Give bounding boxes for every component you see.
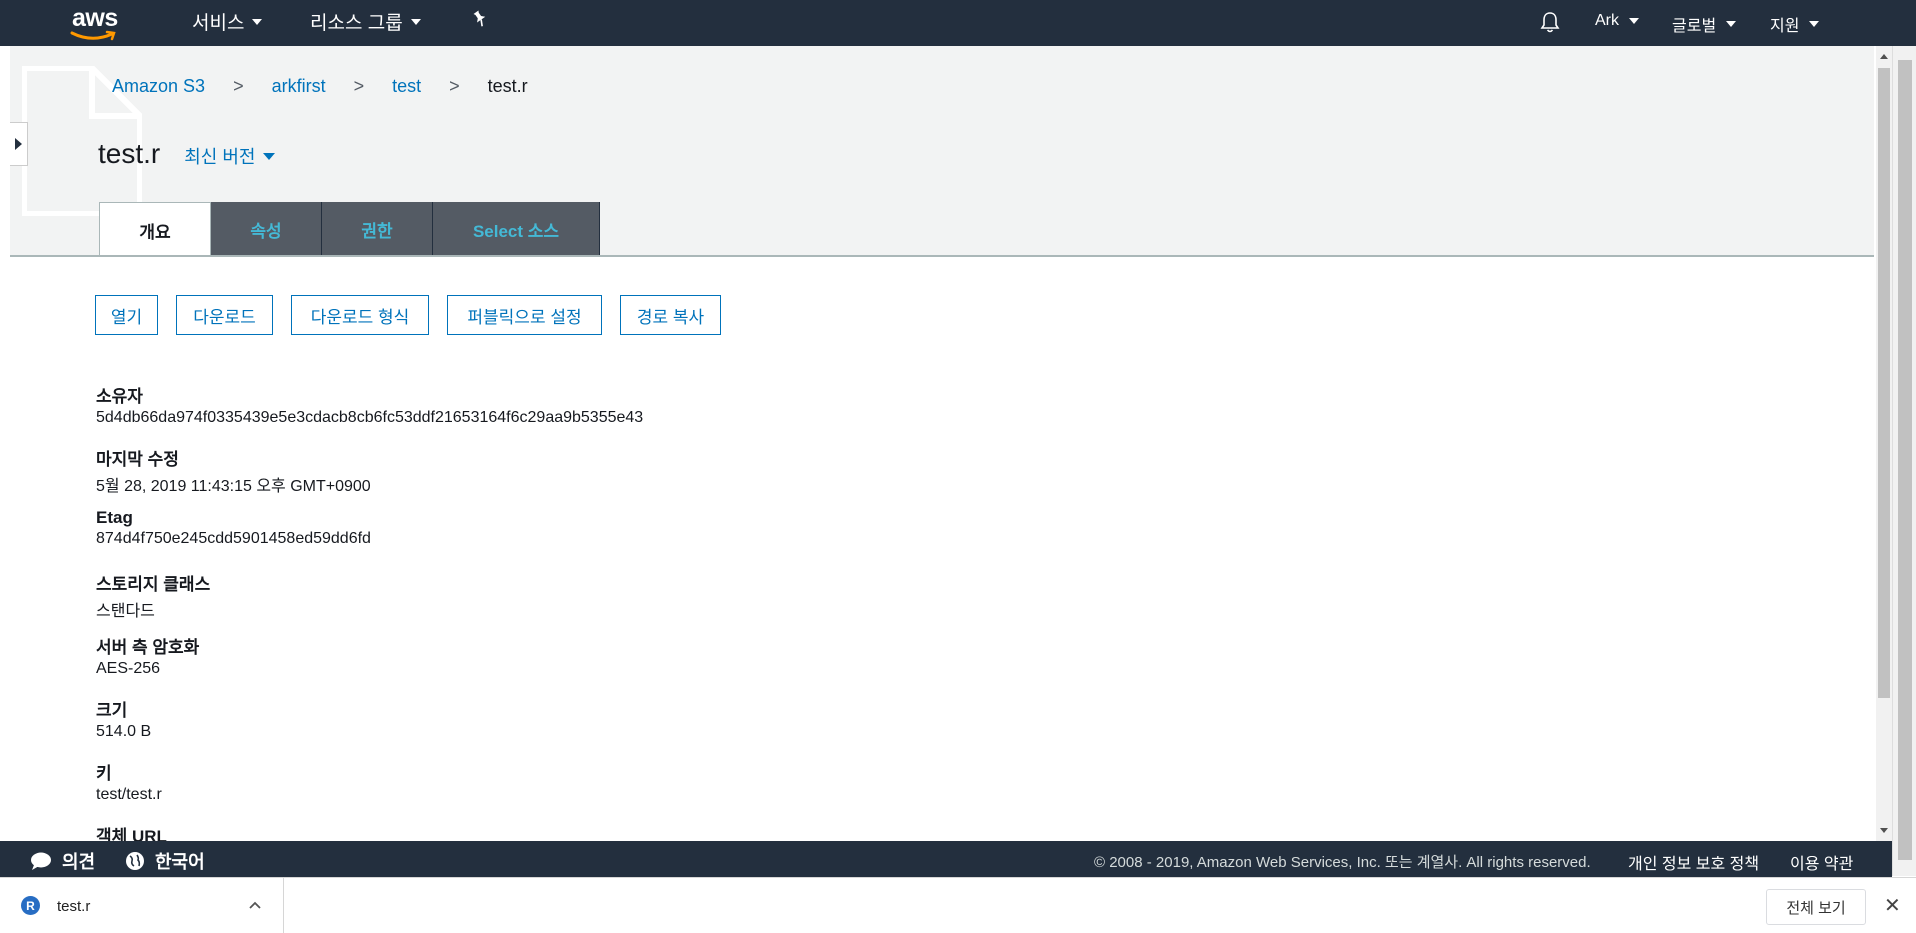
region-label: 글로벌 (1672, 18, 1717, 35)
scroll-down-icon[interactable] (1880, 828, 1888, 833)
breadcrumb: Amazon S3 > arkfirst > test > test.r (112, 76, 528, 97)
resource-groups-menu[interactable]: 리소스 그룹 (310, 8, 421, 35)
property-value: AES-256 (96, 660, 161, 677)
chevron-down-icon (252, 18, 263, 25)
property-value: 874d4f750e245cdd5901458ed59dd6fd (96, 530, 371, 547)
property-label: 객체 URL (96, 827, 167, 841)
property-label: Etag (96, 508, 133, 527)
property-value: 5d4db66da974f0335439e5e3cdacb8cb6fc53ddf… (96, 409, 644, 426)
privacy-policy-link[interactable]: 개인 정보 보호 정책 (1628, 850, 1759, 874)
property-encryption: 서버 측 암호화 AES-256 (96, 633, 199, 678)
services-menu[interactable]: 서비스 (192, 8, 263, 35)
chevron-down-icon (1629, 18, 1639, 24)
property-size: 크기 514.0 B (96, 696, 151, 741)
tabs-divider (10, 255, 1874, 257)
chevron-down-icon (410, 18, 421, 25)
property-label: 키 (96, 764, 112, 783)
pin-icon (473, 10, 486, 27)
top-navigation: aws 서비스 리소스 그룹 Ark 글로벌 지원 (0, 0, 1916, 46)
language-label: 한국어 (155, 852, 205, 872)
tab-select-from[interactable]: Select 소스 (433, 202, 600, 257)
notifications-button[interactable] (1540, 11, 1560, 33)
sidebar-toggle-button[interactable] (10, 122, 28, 166)
chevron-down-icon (1726, 21, 1737, 27)
window-scrollbar[interactable] (1892, 46, 1916, 876)
property-label: 스토리지 클래스 (96, 575, 211, 594)
resource-groups-label: 리소스 그룹 (310, 13, 403, 34)
version-dropdown[interactable]: 최신 버전 (184, 143, 276, 169)
property-value: 스탠다드 (96, 603, 155, 620)
aws-smile-icon (70, 30, 116, 41)
property-key: 키 test/test.r (96, 759, 162, 804)
scroll-up-icon[interactable] (1880, 54, 1888, 59)
globe-icon (126, 852, 144, 870)
property-value: 5월 28, 2019 11:43:15 오후 GMT+0900 (96, 478, 371, 495)
services-label: 서비스 (192, 13, 245, 34)
property-etag: Etag 874d4f750e245cdd5901458ed59dd6fd (96, 508, 371, 548)
copy-path-button[interactable]: 경로 복사 (620, 295, 721, 335)
action-buttons: 열기 다운로드 다운로드 형식 퍼블릭으로 설정 경로 복사 (95, 295, 721, 335)
language-selector[interactable]: 한국어 (125, 848, 205, 874)
show-all-button[interactable]: 전체 보기 (1766, 889, 1866, 925)
version-label: 최신 버전 (184, 147, 256, 167)
make-public-button[interactable]: 퍼블릭으로 설정 (447, 295, 602, 335)
breadcrumb-link-s3[interactable]: Amazon S3 (112, 76, 205, 97)
property-value: test/test.r (96, 786, 162, 803)
property-last-modified: 마지막 수정 5월 28, 2019 11:43:15 오후 GMT+0900 (96, 445, 371, 496)
support-label: 지원 (1770, 18, 1800, 35)
content-scrollbar[interactable] (1876, 46, 1892, 841)
download-bar: R test.r 전체 보기 ✕ (0, 877, 1916, 933)
breadcrumb-separator: > (233, 76, 244, 96)
breadcrumb-separator: > (449, 76, 460, 96)
console-footer: 의견 한국어 © 2008 - 2019, Amazon Web Service… (0, 841, 1892, 877)
aws-logo[interactable]: aws (66, 2, 128, 42)
tab-bar: 개요 속성 권한 Select 소스 (99, 202, 600, 257)
tab-overview[interactable]: 개요 (99, 202, 211, 257)
property-object-url: 객체 URL (96, 822, 167, 841)
property-label: 서버 측 암호화 (96, 638, 200, 657)
chevron-down-icon (1809, 21, 1820, 27)
r-file-icon: R (21, 896, 40, 915)
account-label: Ark (1595, 12, 1619, 29)
property-label: 소유자 (96, 387, 143, 406)
breadcrumb-separator: > (353, 76, 365, 96)
object-title-row: test.r 최신 버전 (98, 138, 276, 170)
close-icon[interactable]: ✕ (1884, 896, 1901, 916)
property-label: 마지막 수정 (96, 450, 179, 469)
feedback-label: 의견 (62, 852, 96, 872)
scrollbar-thumb[interactable] (1878, 68, 1890, 698)
account-menu[interactable]: Ark (1595, 12, 1639, 30)
chevron-right-icon (15, 138, 22, 150)
aws-logo-text: aws (72, 4, 118, 32)
tab-properties[interactable]: 속성 (211, 202, 322, 257)
chevron-up-icon[interactable] (248, 900, 262, 910)
download-button[interactable]: 다운로드 (176, 295, 273, 335)
tab-permissions[interactable]: 권한 (322, 202, 433, 257)
breadcrumb-current: test.r (487, 76, 528, 96)
breadcrumb-link-bucket[interactable]: arkfirst (272, 76, 326, 97)
property-owner: 소유자 5d4db66da974f0335439e5e3cdacb8cb6fc5… (96, 382, 643, 427)
caret-down-icon (263, 152, 276, 160)
bell-icon (1540, 12, 1560, 33)
property-value: 514.0 B (96, 723, 152, 740)
main-content: Amazon S3 > arkfirst > test > test.r tes… (0, 46, 1876, 841)
support-menu[interactable]: 지원 (1770, 12, 1820, 36)
download-file-name: test.r (57, 898, 91, 915)
feedback-button[interactable]: 의견 (30, 848, 95, 874)
speech-bubble-icon (31, 852, 51, 870)
download-as-button[interactable]: 다운로드 형식 (291, 295, 429, 335)
page-title: test.r (98, 138, 161, 169)
download-item[interactable]: R test.r (0, 878, 284, 933)
open-button[interactable]: 열기 (95, 295, 158, 335)
copyright-text: © 2008 - 2019, Amazon Web Services, Inc.… (1094, 854, 1591, 871)
breadcrumb-link-folder[interactable]: test (392, 76, 421, 97)
terms-link[interactable]: 이용 약관 (1790, 850, 1853, 874)
pin-button[interactable] (472, 10, 488, 28)
property-label: 크기 (96, 701, 128, 720)
window-scrollbar-thumb[interactable] (1898, 60, 1912, 860)
region-menu[interactable]: 글로벌 (1672, 12, 1737, 36)
property-storage-class: 스토리지 클래스 스탠다드 (96, 570, 210, 621)
